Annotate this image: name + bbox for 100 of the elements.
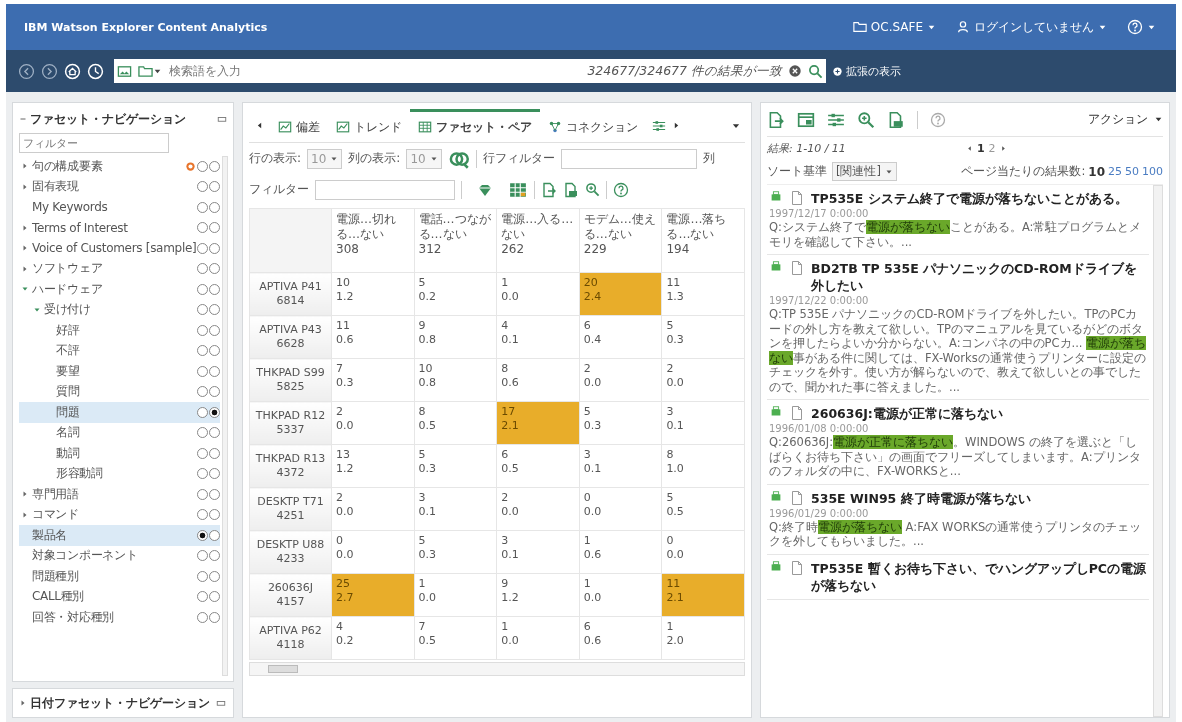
column-radio[interactable] <box>209 283 221 295</box>
column-radio[interactable] <box>209 550 221 562</box>
result-title[interactable]: BD2TB TP 535E パナソニックのCD-ROMドライブを外したい <box>811 260 1147 294</box>
table-cell[interactable]: 0 0.0 <box>661 530 745 574</box>
highlighted-cell[interactable]: 20 2.4 <box>579 272 662 316</box>
documents-button[interactable] <box>563 181 579 198</box>
column-header[interactable]: モデム…使える…ない <box>583 212 658 242</box>
tab[interactable]: ファセット・ペア <box>410 109 540 142</box>
table-cell[interactable]: 1 0.0 <box>496 616 580 660</box>
facet-item[interactable]: 受け付け <box>42 301 197 319</box>
column-radio[interactable] <box>209 386 221 398</box>
table-cell[interactable]: 5 0.3 <box>661 315 745 359</box>
table-cell[interactable]: 1 0.6 <box>579 530 662 574</box>
column-radio[interactable] <box>209 406 221 418</box>
scrollbar[interactable] <box>222 156 228 676</box>
help-button[interactable] <box>613 181 629 198</box>
per-page-option[interactable]: 100 <box>1142 165 1163 178</box>
preview-button[interactable] <box>797 110 815 129</box>
column-header[interactable]: 電話…つながる…ない <box>418 212 493 242</box>
facet-item[interactable]: Voice of Customers [sample] <box>30 241 197 256</box>
grid-button[interactable] <box>508 180 528 199</box>
result-title[interactable]: 535E WIN95 終了時電源が落ちない <box>811 489 1147 507</box>
table-cell[interactable]: 0 0.0 <box>579 487 662 531</box>
zoom-button[interactable] <box>857 110 875 129</box>
facet-item[interactable]: コマンド <box>30 506 197 524</box>
table-cell[interactable]: 8 0.5 <box>414 401 497 445</box>
scrollbar[interactable] <box>1153 185 1163 717</box>
row-radio[interactable] <box>197 509 209 521</box>
row-radio[interactable] <box>197 529 209 541</box>
row-filter-field[interactable] <box>560 148 697 169</box>
export-button[interactable] <box>541 181 557 198</box>
row-radio[interactable] <box>197 488 209 500</box>
table-cell[interactable]: 5 0.3 <box>414 530 497 574</box>
column-radio[interactable] <box>209 488 221 500</box>
result-title[interactable]: TP535E 暫くお待ち下さい、でハングアップしPCの電源が落ちない <box>811 559 1147 594</box>
table-cell[interactable]: 1 0.0 <box>414 573 497 617</box>
facet-item[interactable]: 形容動詞 <box>54 465 197 483</box>
facet-item[interactable]: ソフトウェア <box>30 260 197 278</box>
row-radio[interactable] <box>197 222 209 234</box>
facet-item[interactable]: 好評 <box>54 321 197 339</box>
history-button[interactable] <box>87 62 104 80</box>
column-radio[interactable] <box>209 611 221 623</box>
export-button[interactable] <box>767 110 785 129</box>
home-button[interactable] <box>64 62 81 80</box>
column-radio[interactable] <box>209 160 221 172</box>
column-radio[interactable] <box>209 201 221 213</box>
page-link[interactable]: 1 <box>976 141 985 155</box>
column-header[interactable]: 電源…切れる…ない <box>336 212 410 242</box>
per-page-option[interactable]: 50 <box>1125 165 1139 178</box>
column-radio[interactable] <box>209 591 221 603</box>
row-radio[interactable] <box>197 365 209 377</box>
column-radio[interactable] <box>209 242 221 254</box>
row-header[interactable]: DESKTP T71 <box>254 495 327 509</box>
facet-item[interactable]: 質問 <box>54 383 197 401</box>
horizontal-scrollbar[interactable] <box>249 662 745 676</box>
table-cell[interactable]: 1 0.0 <box>496 272 580 316</box>
action-menu[interactable]: アクション <box>1088 111 1163 128</box>
row-radio[interactable] <box>197 591 209 603</box>
column-radio[interactable] <box>209 263 221 275</box>
facet-item[interactable]: 固有表現 <box>30 178 197 196</box>
table-cell[interactable]: 11 0.6 <box>331 315 415 359</box>
table-cell[interactable]: 3 0.1 <box>579 444 662 488</box>
result-title[interactable]: TP535E システム終了で電源が落ちないことがある。 <box>811 190 1147 207</box>
table-cell[interactable]: 9 0.8 <box>414 315 497 359</box>
row-header[interactable]: THKPAD R12 <box>254 409 327 423</box>
row-radio[interactable] <box>197 283 209 295</box>
advanced-search-link[interactable]: 拡張の表示 <box>832 63 901 79</box>
row-radio[interactable] <box>197 160 209 172</box>
column-radio[interactable] <box>209 304 221 316</box>
table-cell[interactable]: 6 0.5 <box>496 444 580 488</box>
row-header[interactable]: APTIVA P62 <box>254 624 327 638</box>
row-radio[interactable] <box>197 324 209 336</box>
row-header[interactable]: THKPAD S99 <box>254 366 327 380</box>
result-title[interactable]: 260636J:電源が正常に落ちない <box>811 405 1147 422</box>
back-button[interactable] <box>18 62 35 80</box>
sort-select[interactable]: [関連性] <box>832 162 897 181</box>
login-menu[interactable]: ログインしていません <box>954 16 1109 38</box>
documents-button[interactable] <box>887 110 905 129</box>
table-cell[interactable]: 8 0.6 <box>496 358 580 402</box>
table-cell[interactable]: 2 0.0 <box>331 401 415 445</box>
search-button[interactable] <box>805 59 826 83</box>
table-cell[interactable]: 8 1.0 <box>661 444 745 488</box>
table-cell[interactable]: 5 0.5 <box>661 487 745 531</box>
facet-item[interactable]: 対象コンポーネント <box>30 547 197 565</box>
row-radio[interactable] <box>197 611 209 623</box>
table-cell[interactable]: 10 1.2 <box>331 272 415 316</box>
column-header[interactable]: 電源…落ちる…ない <box>666 212 740 242</box>
row-radio[interactable] <box>197 386 209 398</box>
row-radio[interactable] <box>197 468 209 480</box>
filter-field[interactable]: フィルター <box>19 133 169 153</box>
forward-button[interactable] <box>41 62 58 80</box>
row-header[interactable]: APTIVA P43 <box>254 323 327 337</box>
facet-item[interactable]: 専門用語 <box>30 485 197 503</box>
table-cell[interactable]: 11 1.3 <box>661 272 745 316</box>
table-cell[interactable]: 5 0.3 <box>579 401 662 445</box>
table-cell[interactable]: 4 0.1 <box>496 315 580 359</box>
column-radio[interactable] <box>209 447 221 459</box>
facet-item[interactable]: ハードウェア <box>30 280 197 298</box>
table-cell[interactable]: 2 0.0 <box>579 358 662 402</box>
facet-item[interactable]: 名詞 <box>54 424 197 442</box>
